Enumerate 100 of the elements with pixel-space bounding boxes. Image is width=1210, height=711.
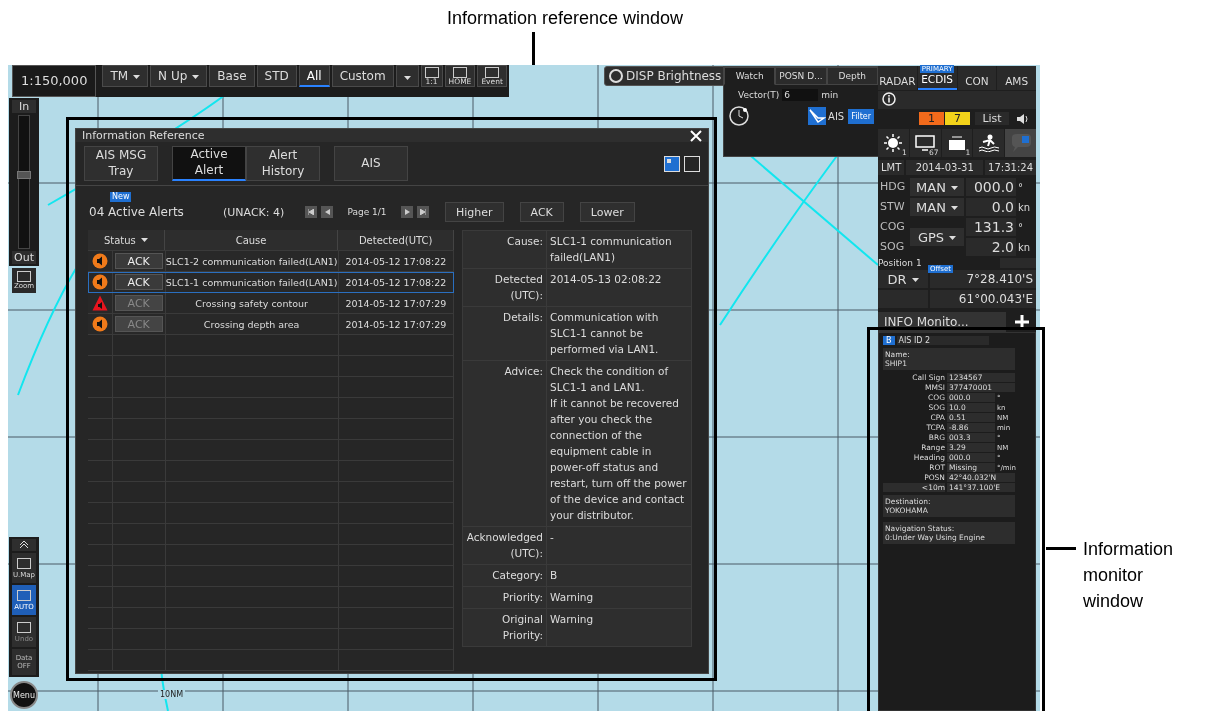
table-cell: Crossing safety contour xyxy=(165,293,339,313)
warning-speaker-icon xyxy=(91,316,108,332)
longitude-value: 61°00.043'E xyxy=(930,290,1036,308)
vector-input-field[interactable]: 6 xyxy=(782,89,819,101)
alert-count-badge[interactable]: 1 xyxy=(919,112,944,125)
alert-action-button[interactable]: Lower xyxy=(579,202,635,222)
unack-count: (UNACK: 4) xyxy=(223,205,286,219)
vector-unit: min xyxy=(821,90,839,100)
detail-value: Warning xyxy=(547,587,691,608)
zoom-out-button[interactable]: Out xyxy=(12,251,36,264)
last-page-icon xyxy=(420,209,426,215)
next-page-button[interactable] xyxy=(401,206,413,218)
ack-button[interactable]: ACK xyxy=(114,274,163,290)
filter-button[interactable]: Filter xyxy=(848,108,874,124)
warning-speaker-icon xyxy=(91,253,108,269)
timer-icon[interactable] xyxy=(728,105,750,127)
alert-row[interactable]: ACK Crossing safety contour 2014-05-12 17:07:29 xyxy=(88,293,454,314)
alert-row[interactable]: ACK Crossing depth area 2014-05-12 17:07:29 xyxy=(88,314,454,335)
detail-value: Communication with SLC1-1 cannot be performed via LAN1. xyxy=(547,307,691,360)
detail-value: SLC1-1 communication failed(LAN1) xyxy=(547,231,691,268)
alert-action-button[interactable]: ACK xyxy=(519,202,564,222)
alert-action-button[interactable]: Higher xyxy=(445,202,504,222)
detail-value: Check the condition of SLC1-1 and LAN1. If it cannot be recovered after you check the connection of the equipment cable in power-off status and restart, turn off the power of the device and contact your distributor. xyxy=(547,361,691,526)
window-tab[interactable]: AIS MSG Tray xyxy=(84,146,158,181)
alert-count: 04 Active Alerts xyxy=(89,205,185,219)
first-page-icon xyxy=(308,209,314,215)
ais-target-icon[interactable] xyxy=(808,107,827,125)
table-cell: Crossing depth area xyxy=(165,314,339,334)
time-display: 17:31:24 xyxy=(985,160,1036,175)
ack-button[interactable]: ACK xyxy=(114,253,163,269)
source-dropdown[interactable]: MAN xyxy=(910,198,964,216)
sun-icon xyxy=(883,133,904,153)
alert-count-badge[interactable]: 7 xyxy=(945,112,970,125)
callout-label: Information reference window xyxy=(447,8,684,29)
source-dropdown[interactable]: GPS xyxy=(910,228,964,246)
speaker-icon[interactable] xyxy=(1016,112,1030,125)
caret-down-icon xyxy=(950,186,958,190)
class-badge: B xyxy=(883,336,895,345)
split-layout-icon[interactable] xyxy=(664,155,680,172)
motion-dropdown[interactable]: TM xyxy=(102,65,149,87)
person-in-water-icon xyxy=(977,134,1000,152)
panel-tab[interactable]: Watch xyxy=(724,67,776,85)
column-header: Detected(UTC) xyxy=(338,230,454,250)
display-mode-button[interactable]: Custom xyxy=(331,65,394,87)
detail-value: 2014-05-13 02:08:22 xyxy=(547,269,691,306)
mode-tab[interactable]: CON xyxy=(957,66,997,90)
source-dropdown[interactable]: MAN xyxy=(910,178,964,196)
caret-down-icon xyxy=(140,238,148,242)
caret-left-icon xyxy=(324,209,330,215)
alert-row[interactable]: ACK SLC1-2 communication failed(LAN1) 2014-05-12 17:08:22 xyxy=(88,251,454,272)
chevron-up-icon xyxy=(19,541,29,549)
new-badge: New xyxy=(110,192,132,202)
unit-label: kn xyxy=(1018,241,1032,253)
table-cell: SLC1-1 communication failed(LAN1) xyxy=(165,272,339,292)
detail-label: Details: xyxy=(463,307,546,360)
sensor-value: 2.0 xyxy=(966,238,1016,256)
previous-page-button[interactable] xyxy=(321,206,333,218)
display-mode-button[interactable]: STD xyxy=(256,65,297,87)
alert-row[interactable]: ACK SLC1-1 communication failed(LAN1) 2014-05-12 17:08:22 xyxy=(88,272,454,293)
ais-label: AIS xyxy=(828,110,845,122)
chart-scale-display[interactable]: 1:150,000 xyxy=(12,65,97,97)
info-icon[interactable] xyxy=(882,92,896,106)
detail-label: Cause: xyxy=(463,231,546,268)
orientation-dropdown[interactable]: N Up xyxy=(150,65,208,87)
sensor-value: 000.0 xyxy=(966,178,1016,196)
caret-down-icon xyxy=(403,76,411,80)
panel-tab[interactable]: Depth xyxy=(826,67,878,85)
zoom-in-button[interactable]: In xyxy=(12,100,36,113)
caret-down-icon xyxy=(133,74,141,79)
sensor-value: 131.3 xyxy=(966,218,1016,236)
window-tab[interactable]: Alert History xyxy=(246,146,320,181)
zoom-slider[interactable] xyxy=(18,115,30,249)
menu-button[interactable]: Menu xyxy=(10,681,38,709)
single-layout-icon[interactable] xyxy=(684,155,700,172)
first-page-button[interactable] xyxy=(305,206,317,218)
collapse-button[interactable] xyxy=(12,539,36,551)
window-tab[interactable]: AIS xyxy=(334,146,408,181)
plus-icon[interactable] xyxy=(1014,314,1030,330)
list-button[interactable]: List xyxy=(975,112,1009,125)
info-monitor-tab[interactable]: INFO Monito... xyxy=(878,312,1006,332)
dropdown-button[interactable] xyxy=(395,65,419,87)
display-mode-button[interactable]: All xyxy=(298,65,330,87)
detail-value: - xyxy=(547,527,691,564)
display-mode-button[interactable]: Base xyxy=(209,65,255,87)
alarm-speaker-icon xyxy=(91,295,108,311)
last-page-button[interactable] xyxy=(417,206,429,218)
position-mode-dropdown[interactable]: DR xyxy=(878,270,928,288)
mode-tab[interactable]: RADAR xyxy=(878,66,917,90)
window-title: Information Reference xyxy=(82,129,205,142)
detail-value: Warning xyxy=(547,609,691,646)
column-header[interactable]: Status xyxy=(88,230,165,250)
page-indicator: Page 1/1 xyxy=(346,207,388,217)
window-tab[interactable]: Active Alert xyxy=(172,146,246,181)
close-icon[interactable] xyxy=(690,129,702,142)
date-display: 2014-03-31 xyxy=(906,160,984,175)
sensor-value: 0.0 xyxy=(966,198,1016,216)
time-zone-label: LMT xyxy=(878,160,905,175)
panel-tab[interactable]: POSN D... xyxy=(775,67,827,85)
person-overboard-icon-button[interactable] xyxy=(973,129,1005,157)
mode-tab[interactable]: AMS xyxy=(997,66,1036,90)
